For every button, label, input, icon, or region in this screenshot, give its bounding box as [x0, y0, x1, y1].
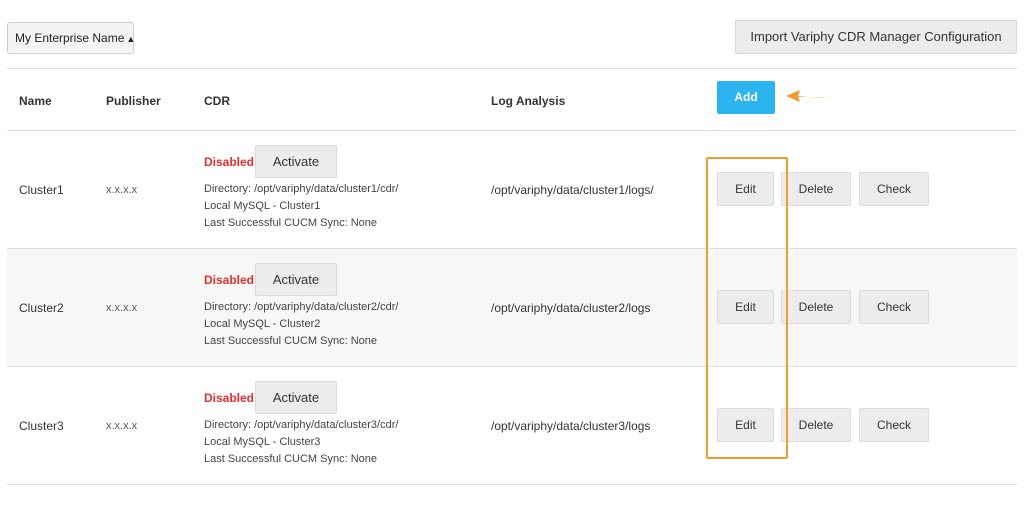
cdr-details: Directory: /opt/variphy/data/cluster1/cd… [204, 181, 398, 232]
delete-button[interactable]: Delete [781, 290, 851, 324]
activate-button[interactable]: Activate [255, 263, 337, 296]
cdr-last-sync: Last Successful CUCM Sync: None [204, 217, 378, 229]
check-button[interactable]: Check [859, 172, 929, 206]
check-button[interactable]: Check [859, 290, 929, 324]
edit-column-highlight [706, 157, 788, 459]
column-header-log-analysis: Log Analysis [491, 94, 566, 108]
delete-button[interactable]: Delete [781, 172, 851, 206]
status-badge: Disabled [204, 155, 255, 169]
cdr-last-sync: Last Successful CUCM Sync: None [204, 335, 378, 347]
status-badge: Disabled [204, 391, 255, 405]
enterprise-select[interactable]: My Enterprise Name ▲︎ [7, 22, 136, 54]
cdr-directory: Directory: /opt/variphy/data/cluster2/cd… [204, 301, 399, 313]
cdr-mysql: Local MySQL - Cluster3 [204, 436, 321, 448]
sort-arrows-icon: ▲︎ [126, 34, 136, 44]
cluster-name: Cluster1 [19, 183, 64, 197]
log-path: /opt/variphy/data/cluster3/logs [491, 419, 651, 433]
add-button[interactable]: Add [717, 81, 775, 114]
cdr-details: Directory: /opt/variphy/data/cluster2/cd… [204, 299, 398, 350]
cdr-last-sync: Last Successful CUCM Sync: None [204, 453, 378, 465]
column-header-cdr: CDR [204, 94, 230, 108]
divider [7, 130, 1017, 131]
cdr-mysql: Local MySQL - Cluster1 [204, 200, 321, 212]
check-button[interactable]: Check [859, 408, 929, 442]
arrow-annotation-icon [786, 90, 830, 102]
activate-button[interactable]: Activate [255, 381, 337, 414]
publisher-address: x.x.x.x [106, 302, 138, 314]
divider [7, 484, 1017, 485]
column-header-publisher: Publisher [106, 94, 161, 108]
divider [7, 366, 1017, 367]
enterprise-select-label: My Enterprise Name [15, 31, 125, 45]
cdr-details: Directory: /opt/variphy/data/cluster3/cd… [204, 417, 398, 468]
log-path: /opt/variphy/data/cluster2/logs [491, 301, 651, 315]
publisher-address: x.x.x.x [106, 420, 138, 432]
log-path: /opt/variphy/data/cluster1/logs/ [491, 183, 654, 197]
status-badge: Disabled [204, 273, 255, 287]
column-header-name: Name [19, 94, 52, 108]
activate-button[interactable]: Activate [255, 145, 337, 178]
cluster-name: Cluster2 [19, 301, 64, 315]
cdr-directory: Directory: /opt/variphy/data/cluster3/cd… [204, 419, 399, 431]
delete-button[interactable]: Delete [781, 408, 851, 442]
publisher-address: x.x.x.x [106, 184, 138, 196]
cluster-name: Cluster3 [19, 419, 64, 433]
divider [7, 68, 1017, 69]
cdr-directory: Directory: /opt/variphy/data/cluster1/cd… [204, 183, 399, 195]
import-configuration-button[interactable]: Import Variphy CDR Manager Configuration [735, 20, 1017, 54]
cdr-mysql: Local MySQL - Cluster2 [204, 318, 321, 330]
